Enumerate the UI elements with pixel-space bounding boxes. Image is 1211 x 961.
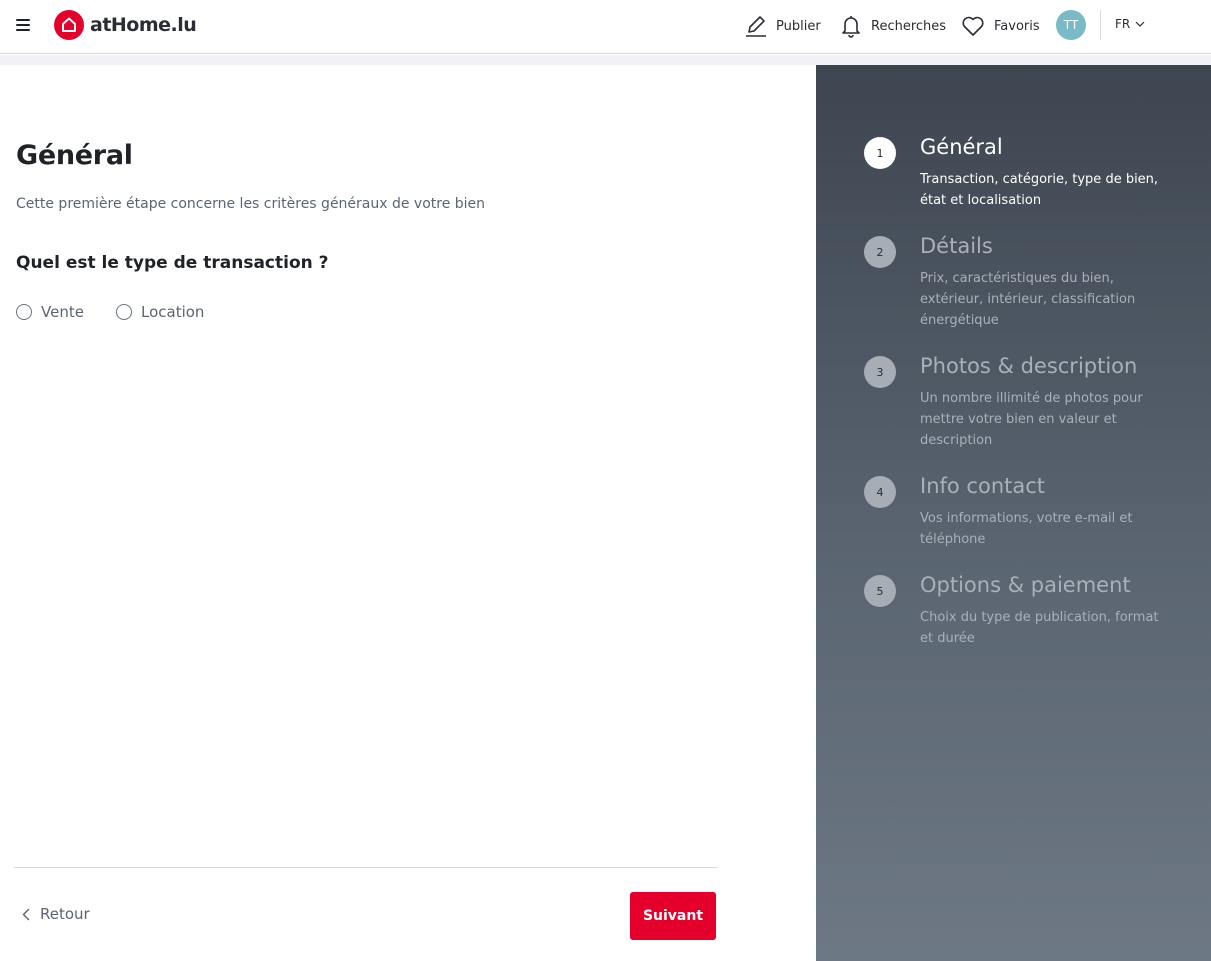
chevron-left-icon: [22, 908, 30, 920]
step-title: Photos & description: [920, 354, 1138, 378]
step-number: 2: [864, 236, 896, 268]
step-description: Transaction, catégorie, type de bien, ét…: [920, 172, 1159, 208]
radio-option-vente[interactable]: Vente: [16, 303, 84, 321]
form-panel: Général Cette première étape concerne le…: [0, 65, 816, 961]
step-description: Choix du type de publication, format et …: [920, 610, 1159, 646]
next-button[interactable]: Suivant: [630, 892, 716, 940]
user-avatar[interactable]: TT: [1056, 10, 1086, 40]
radio-label: Location: [141, 303, 205, 321]
page-subtitle: Cette première étape concerne les critèr…: [16, 196, 486, 212]
step-number: 5: [864, 575, 896, 607]
favorites-label: Favoris: [994, 18, 1040, 34]
step-title: Options & paiement: [920, 573, 1131, 597]
hamburger-icon[interactable]: [16, 19, 30, 31]
heart-icon: [962, 16, 984, 36]
step-description: Vos informations, votre e-mail et téléph…: [920, 511, 1133, 547]
header-divider: [1100, 10, 1101, 40]
radio-option-location[interactable]: Location: [116, 303, 204, 321]
site-logo[interactable]: atHome.lu: [54, 9, 197, 41]
chevron-down-icon: [1135, 21, 1145, 27]
publish-label: Publier: [776, 18, 821, 34]
transaction-type-question: Quel est le type de transaction ?: [16, 253, 329, 273]
publish-link[interactable]: Publier: [745, 12, 821, 40]
top-navigation-bar: atHome.lu Publier Recherches Favoris TT …: [0, 0, 1211, 54]
steps-sidebar: 1 Général Transaction, catégorie, type d…: [816, 65, 1211, 961]
step-description: Prix, caractéristiques du bien, extérieu…: [920, 271, 1136, 328]
radio-button[interactable]: [16, 304, 32, 320]
step-number: 1: [864, 137, 896, 169]
language-label: FR: [1115, 17, 1131, 31]
language-selector[interactable]: FR: [1115, 17, 1145, 31]
step-description: Un nombre illimité de photos pour mettre…: [920, 391, 1143, 448]
step-title: Général: [920, 135, 1003, 159]
searches-label: Recherches: [871, 18, 947, 34]
logo-text: atHome.lu: [90, 14, 197, 36]
favorites-link[interactable]: Favoris: [961, 12, 1040, 40]
header-shadow-band: [0, 55, 1211, 65]
radio-button[interactable]: [116, 304, 132, 320]
back-label: Retour: [40, 905, 90, 923]
searches-link[interactable]: Recherches: [840, 12, 946, 40]
radio-label: Vente: [41, 303, 84, 321]
step-number: 4: [864, 476, 896, 508]
pencil-icon: [746, 16, 766, 37]
back-button[interactable]: Retour: [22, 905, 90, 923]
step-title: Détails: [920, 234, 993, 258]
page-title: Général: [16, 140, 133, 171]
step-number: 3: [864, 356, 896, 388]
footer-divider: [14, 867, 717, 868]
house-icon: [54, 10, 84, 40]
bell-icon: [842, 16, 860, 38]
step-title: Info contact: [920, 474, 1046, 498]
